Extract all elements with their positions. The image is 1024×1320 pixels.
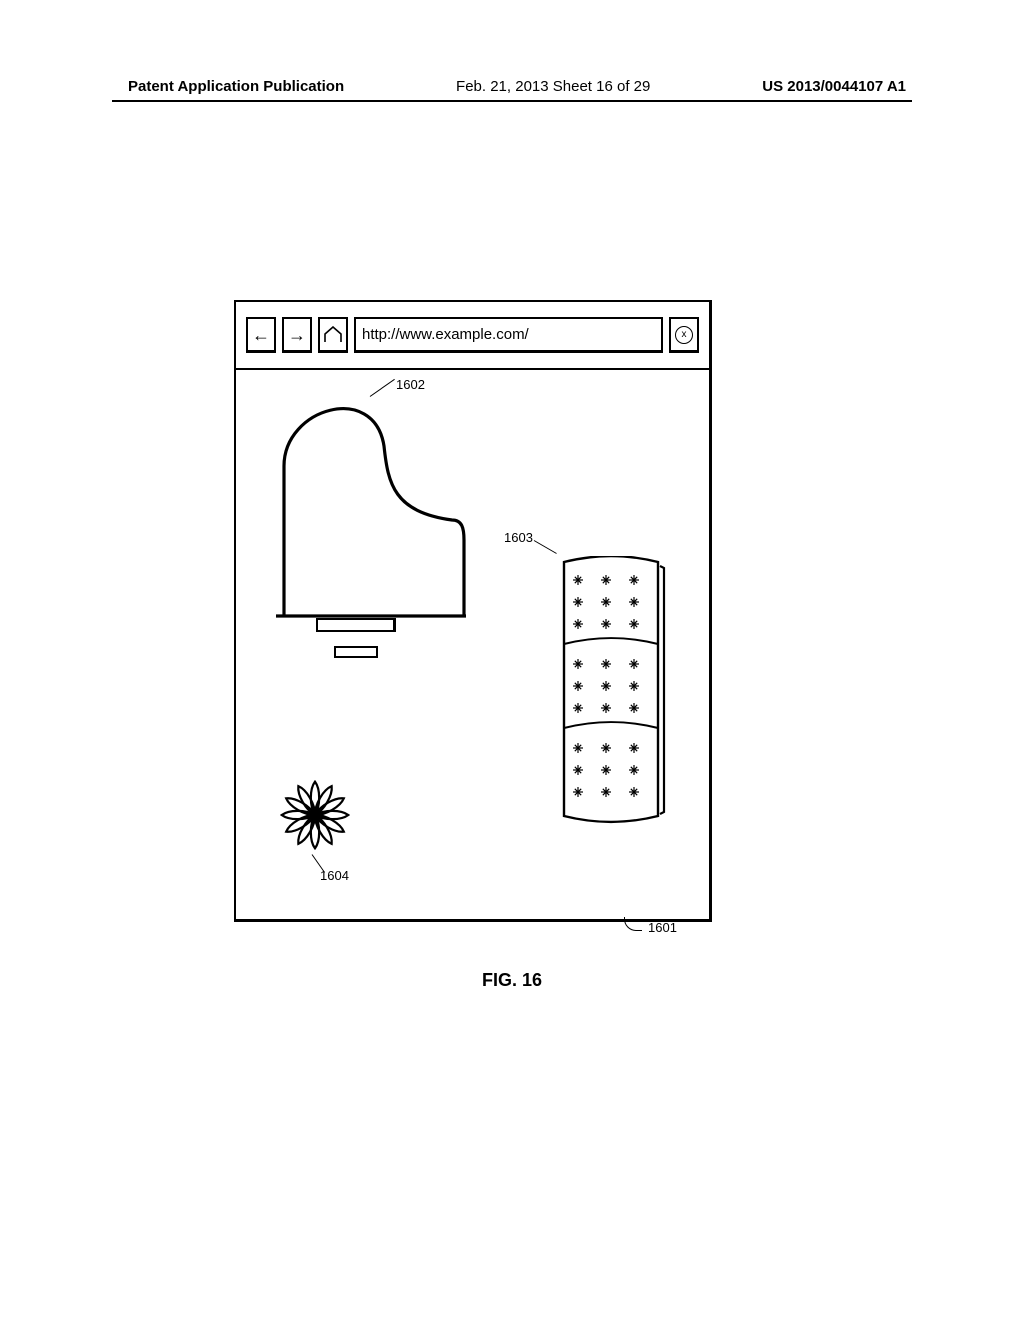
leader-line-1601 [624,917,642,931]
page-header: Patent Application Publication Feb. 21, … [0,78,1024,95]
leader-line-1603 [534,540,557,554]
header-rule [112,100,912,102]
stop-button[interactable]: x [669,317,699,353]
header-mid: Feb. 21, 2013 Sheet 16 of 29 [456,78,650,95]
header-right: US 2013/0044107 A1 [762,78,906,95]
shelf-illustration [556,556,666,826]
forward-button[interactable]: → [282,317,312,353]
arrow-right-icon: → [288,326,306,344]
browser-toolbar: ← → http://www.example.com/ x [236,302,709,370]
piano-bench [334,646,378,658]
browser-window: ← → http://www.example.com/ x [234,300,712,922]
flower-illustration [278,778,352,852]
url-text: http://www.example.com/ [362,326,529,343]
ref-1601: 1601 [648,920,677,935]
ref-1602: 1602 [396,377,425,392]
back-button[interactable]: ← [246,317,276,353]
arrow-left-icon: ← [252,326,270,344]
figure-caption: FIG. 16 [0,970,1024,991]
home-button[interactable] [318,317,348,353]
flower-icon [278,778,352,852]
piano-keys [316,618,396,632]
close-icon: x [675,326,693,344]
ref-1603: 1603 [504,530,533,545]
figure-16: ← → http://www.example.com/ x [234,300,712,922]
address-bar[interactable]: http://www.example.com/ [354,317,663,353]
home-icon [323,326,343,344]
ref-1604: 1604 [320,868,349,883]
header-left: Patent Application Publication [128,78,344,95]
piano-illustration [266,388,466,618]
